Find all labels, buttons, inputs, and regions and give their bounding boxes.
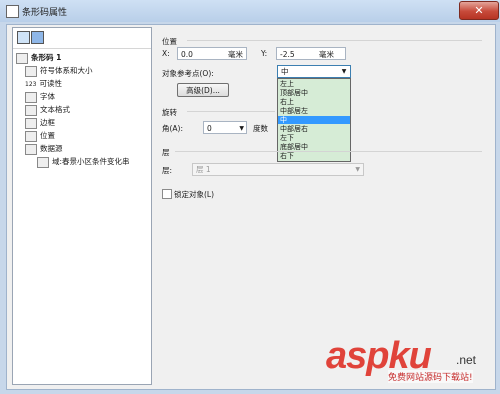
tree-item-label: 条形码 1 xyxy=(31,53,62,62)
ref-point-option[interactable]: 右下 xyxy=(278,152,350,160)
tree-item-position[interactable]: 位置 xyxy=(25,129,55,142)
ref-point-option[interactable]: 中部居左 xyxy=(278,107,350,115)
tree-item-label: 可读性 xyxy=(39,79,62,88)
angle-select[interactable]: 0 ▼ xyxy=(203,121,247,134)
barcode-icon xyxy=(6,5,19,18)
section-divider xyxy=(187,40,482,41)
tree-item-label: 边框 xyxy=(40,118,55,127)
border-icon xyxy=(25,117,37,129)
barcode-icon xyxy=(16,52,28,64)
ref-point-option[interactable]: 中部居右 xyxy=(278,125,350,133)
ref-point-selected: 中 xyxy=(281,67,289,76)
lock-object-checkbox[interactable] xyxy=(162,189,172,199)
font-icon xyxy=(25,91,37,103)
123-icon: 123 xyxy=(25,81,37,88)
text-format-icon xyxy=(25,104,37,116)
tree-item-datasource[interactable]: 数据源 xyxy=(25,142,63,155)
database-icon xyxy=(37,156,49,168)
property-tree-pane: 条形码 1 符号体系和大小 123 可读性 字体 文本格式 边框 位置 数据源 … xyxy=(12,27,152,385)
rotation-section-label: 旋转 xyxy=(162,108,177,117)
barcode-icon xyxy=(25,65,37,77)
title-bar[interactable]: 条形码属性 ✕ xyxy=(0,0,500,22)
section-divider xyxy=(187,111,275,112)
ref-point-option[interactable]: 底部居中 xyxy=(278,143,350,151)
tree-item-label: 域:春景小区条件变化串 xyxy=(52,157,130,166)
y-unit-label: 毫米 xyxy=(319,50,334,59)
dialog-window: 条形码属性 ✕ 条形码 1 符号体系和大小 123 可读性 字体 文本格式 边框… xyxy=(0,0,500,394)
lock-object-label: 锁定对象(L) xyxy=(174,190,215,199)
view-icon[interactable] xyxy=(31,31,44,44)
position-icon xyxy=(25,130,37,142)
tree-item-border[interactable]: 边框 xyxy=(25,116,55,129)
tree-item-field[interactable]: 域:春景小区条件变化串 xyxy=(37,155,130,168)
x-unit-label: 毫米 xyxy=(228,50,243,59)
layer-section-label: 层 xyxy=(162,148,170,157)
tree-item-text-format[interactable]: 文本格式 xyxy=(25,103,70,116)
window-title: 条形码属性 xyxy=(22,8,68,18)
tree-item-label: 字体 xyxy=(40,92,55,101)
y-field[interactable]: -2.5 xyxy=(276,47,346,60)
datasource-icon xyxy=(25,143,37,155)
layer-value: 层 1 xyxy=(196,165,211,174)
angle-unit-label: 度数 xyxy=(253,124,268,133)
tree-toolbar xyxy=(13,28,151,49)
layer-label: 层: xyxy=(162,166,173,175)
x-label: X: xyxy=(162,49,170,58)
close-button[interactable]: ✕ xyxy=(459,1,499,20)
chevron-down-icon[interactable]: ▼ xyxy=(339,67,349,76)
angle-value: 0 xyxy=(207,124,212,133)
property-panel: 位置 X: 0.0 毫米 Y: -2.5 毫米 对象参考点(O): 中 ▼ 左上… xyxy=(157,27,490,383)
watermark-tagline: 免费网站源码下载站! xyxy=(388,370,473,383)
ref-point-option[interactable]: 右上 xyxy=(278,98,350,106)
ref-point-option[interactable]: 顶部居中 xyxy=(278,89,350,97)
ref-point-option-selected[interactable]: 中 xyxy=(278,116,350,124)
tree-item-label: 文本格式 xyxy=(40,105,70,114)
angle-label: 角(A): xyxy=(162,124,184,133)
ref-point-options-list[interactable]: 左上 顶部居中 右上 中部居左 中 中部居右 左下 底部居中 右下 xyxy=(277,78,351,162)
y-label: Y: xyxy=(261,49,268,58)
tree-item-readability[interactable]: 123 可读性 xyxy=(25,77,62,90)
ref-point-label: 对象参考点(O): xyxy=(162,69,214,78)
ref-point-option[interactable]: 左下 xyxy=(278,134,350,142)
chevron-down-icon[interactable]: ▼ xyxy=(239,122,244,135)
section-divider xyxy=(175,151,482,152)
tree-item-barcode[interactable]: 条形码 1 xyxy=(16,51,61,64)
tree-item-font[interactable]: 字体 xyxy=(25,90,55,103)
advanced-button[interactable]: 高级(D)... xyxy=(177,83,229,97)
tree-item-label: 位置 xyxy=(40,131,55,140)
tree-item-label: 符号体系和大小 xyxy=(40,66,93,75)
ref-point-option[interactable]: 左上 xyxy=(278,80,350,88)
expand-icon[interactable] xyxy=(17,31,30,44)
ref-point-select[interactable]: 中 ▼ xyxy=(277,65,351,78)
tree-item-symbology[interactable]: 符号体系和大小 xyxy=(25,64,93,77)
chevron-down-icon: ▼ xyxy=(355,166,360,173)
tree-item-label: 数据源 xyxy=(40,144,63,153)
position-section-label: 位置 xyxy=(162,37,177,46)
layer-select: 层 1 ▼ xyxy=(192,163,364,176)
watermark-domain: .net xyxy=(456,353,477,367)
